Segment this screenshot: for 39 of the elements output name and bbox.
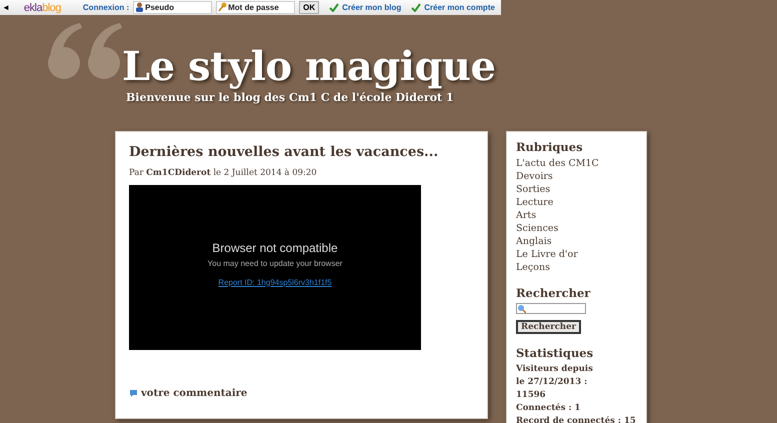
- account-link[interactable]: Créer mon compte: [411, 3, 495, 12]
- category-link[interactable]: Sciences: [516, 222, 637, 235]
- statistic-text: Record de connectés : 15: [516, 415, 637, 423]
- checkmark-icon: [329, 3, 340, 12]
- blog-subtitle: Bienvenue sur le blog des Cm1 C de l'école Diderot 1: [126, 91, 455, 104]
- video-error-message: You may need to update your browser: [208, 258, 342, 268]
- category-link[interactable]: Leçons: [516, 261, 637, 274]
- key-icon: [218, 2, 228, 12]
- ok-button[interactable]: OK: [299, 1, 320, 14]
- pseudo-field[interactable]: Pseudo: [133, 1, 212, 14]
- person-icon: [135, 2, 144, 12]
- category-link[interactable]: Devoirs: [516, 170, 637, 183]
- report-link[interactable]: Report ID: 1hg94sp5l6rv3h1f1f5: [218, 278, 332, 286]
- category-link[interactable]: L'actu des CM1C: [516, 157, 637, 170]
- statistic-text: Visiteurs depuis le 27/12/2013 : 11596: [516, 363, 594, 402]
- video-error-title: Browser not compatible: [212, 240, 338, 254]
- section-heading: Statistiques: [516, 346, 594, 360]
- speech-bubble-icon: [129, 389, 138, 398]
- checkmark-icon: [411, 3, 422, 12]
- category-link[interactable]: Anglais: [516, 235, 637, 248]
- search-button[interactable]: Rechercher: [516, 320, 581, 334]
- blog-title[interactable]: Le stylo magique: [122, 41, 777, 93]
- category-link[interactable]: Lecture: [516, 196, 637, 209]
- section-heading: Rechercher: [516, 286, 592, 300]
- search-icon: [517, 304, 526, 313]
- comment-link[interactable]: votre commentaire: [129, 388, 248, 399]
- post-title[interactable]: Dernières nouvelles avant les vacances...: [129, 144, 474, 160]
- statistic-text: Connectés : 1: [516, 402, 582, 415]
- password-field[interactable]: Mot de passe: [216, 1, 296, 14]
- login-label: Connexion :: [82, 3, 130, 12]
- category-link[interactable]: Le Livre d'or: [516, 248, 637, 261]
- account-link[interactable]: Créer mon blog: [329, 3, 402, 12]
- back-arrow[interactable]: ◄: [2, 3, 10, 12]
- category-link[interactable]: Sorties: [516, 183, 637, 196]
- category-link[interactable]: Arts: [516, 209, 637, 222]
- search-field[interactable]: [516, 303, 586, 314]
- post-byline: Par Cm1CDiderot le 2 Juillet 2014 à 09:20: [129, 168, 318, 178]
- section-heading: Rubriques: [516, 140, 584, 154]
- logo[interactable]: eklablog: [24, 2, 61, 14]
